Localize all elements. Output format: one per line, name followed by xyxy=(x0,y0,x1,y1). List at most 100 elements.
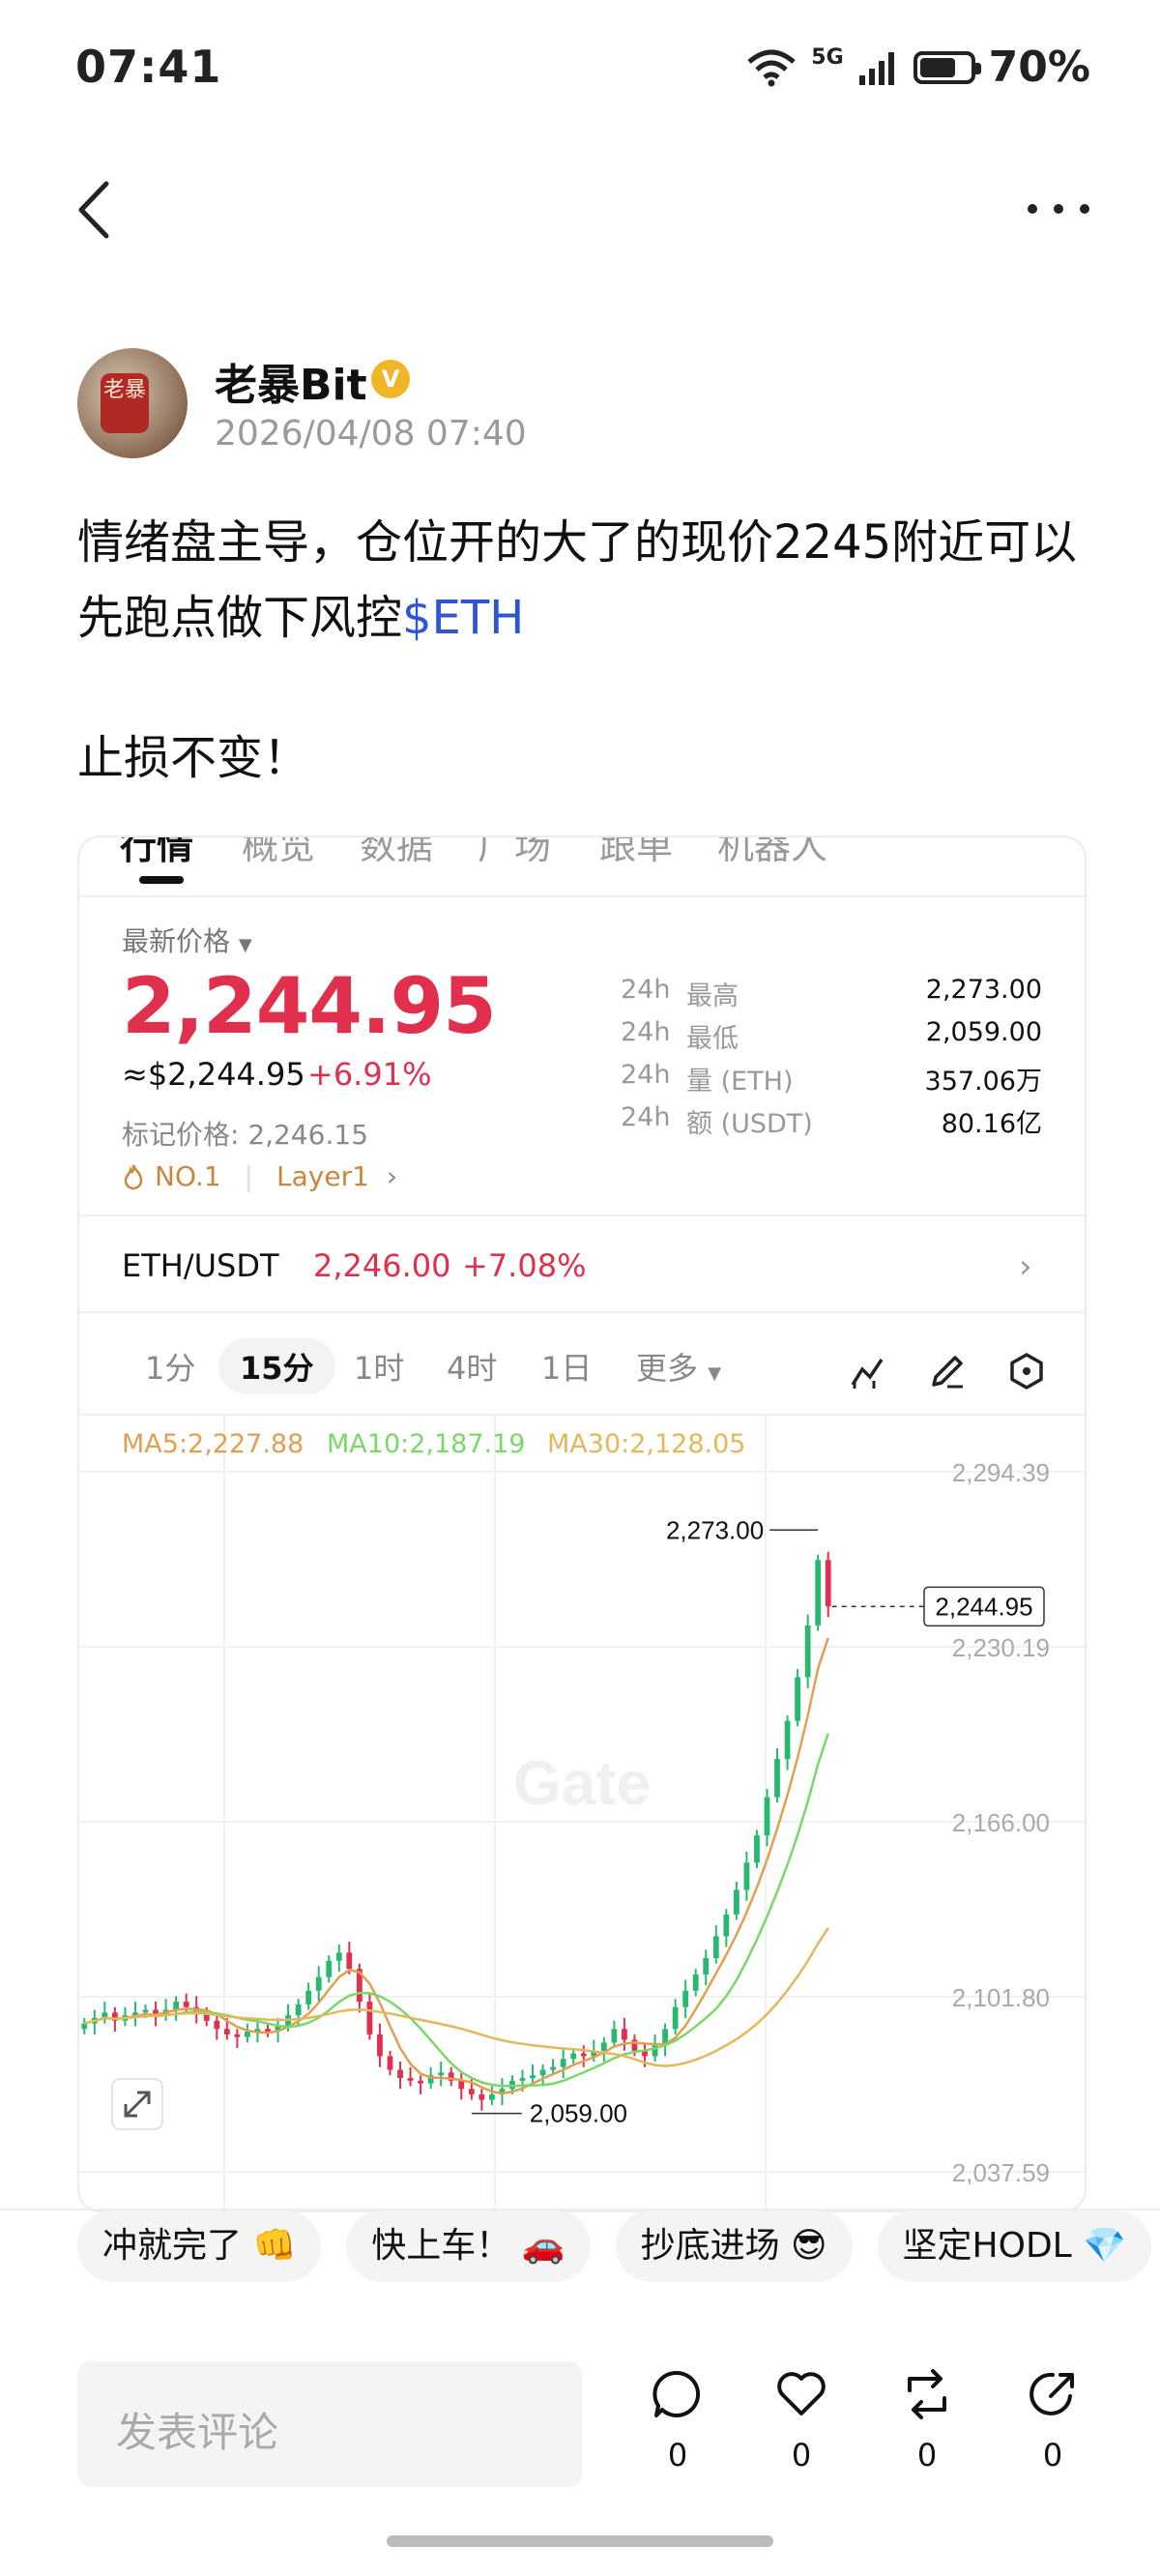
candle-body xyxy=(519,2077,526,2081)
ma5-legend: MA5:2,227.88 xyxy=(122,1429,304,1459)
candle-body xyxy=(377,2034,383,2057)
candle-body xyxy=(81,2023,88,2030)
divider xyxy=(79,1215,1085,1216)
candle-body xyxy=(825,1560,831,1607)
candle-body xyxy=(682,1990,689,2007)
author-name[interactable]: 老暴Bit xyxy=(215,350,367,412)
candle-body xyxy=(397,2069,403,2078)
back-arrow-icon[interactable] xyxy=(68,176,126,244)
share-action[interactable]: 0 xyxy=(1019,2367,1087,2474)
y-tick-label: 2,230.19 xyxy=(952,1633,1050,1662)
tab-bot[interactable]: 机器人 xyxy=(717,837,827,869)
candle-body xyxy=(743,1862,750,1890)
post-line-1: 情绪盘主导，仓位开的大了的现价2245附近可以 xyxy=(77,515,1078,570)
reaction-chip[interactable]: 冲就完了 👊 xyxy=(77,2210,322,2282)
candle-body xyxy=(754,1835,760,1863)
chart-canvas[interactable]: 2,294.39 2,230.19 2,166.00 2,101.80 2,037.59… xyxy=(79,1414,1085,2210)
candle-body xyxy=(530,2075,536,2078)
mark-price: 标记价格: 2,246.15 xyxy=(122,1119,369,1151)
candle-body xyxy=(478,2093,485,2100)
ma10-legend: MA10:2,187.19 xyxy=(327,1429,526,1459)
reaction-chip[interactable]: 快上车！ 🚗 xyxy=(346,2210,591,2282)
pair-chevron-icon[interactable]: › xyxy=(1019,1247,1032,1286)
pair-change: +7.08% xyxy=(462,1247,587,1284)
tab-market[interactable]: 行情 xyxy=(120,837,193,869)
candle-body xyxy=(295,2004,302,2016)
candle-body xyxy=(245,2032,250,2037)
current-price-label: 2,244.95 xyxy=(935,1592,1032,1621)
indicator-icon[interactable] xyxy=(849,1352,887,1390)
author-avatar[interactable]: 老暴 xyxy=(77,348,188,458)
rank-label: NO.1 xyxy=(155,1160,221,1192)
pair-name[interactable]: ETH/USDT xyxy=(122,1247,279,1284)
interval-1d[interactable]: 1日 xyxy=(541,1344,592,1389)
candle-body xyxy=(418,2080,424,2084)
candle-body xyxy=(672,2006,679,2030)
tab-copy-trade[interactable]: 跟单 xyxy=(599,837,673,869)
category-label[interactable]: Layer1 xyxy=(276,1160,369,1192)
y-tick-label: 2,037.59 xyxy=(952,2158,1050,2187)
candle-body xyxy=(315,1976,322,1991)
like-count: 0 xyxy=(791,2437,812,2474)
candle-body xyxy=(539,2069,546,2076)
candle-body xyxy=(764,1797,770,1836)
repost-action[interactable]: 0 xyxy=(893,2367,961,2474)
comment-input[interactable]: 发表评论 xyxy=(77,2361,582,2487)
candle-body xyxy=(234,2034,241,2037)
share-icon xyxy=(1030,2372,1074,2415)
y-tick-label: 2,101.80 xyxy=(952,1983,1050,2012)
candle-body xyxy=(733,1889,740,1915)
settings-hexagon-icon[interactable] xyxy=(1007,1352,1046,1390)
tab-data[interactable]: 数据 xyxy=(360,837,433,869)
status-time: 07:41 xyxy=(75,41,222,93)
stat-row-low: 24h 最低 2,059.00 xyxy=(621,1017,1042,1054)
candle-body xyxy=(795,1677,801,1721)
signal-bars-icon xyxy=(858,51,894,85)
market-card[interactable]: 行情 概览 数据 广场 跟单 机器人 最新价格 ▼ 2,244.95 ≈$2,2… xyxy=(77,835,1087,2212)
candle-body xyxy=(387,2056,393,2070)
stat-row-volume: 24h 量 (ETH) 357.06万 xyxy=(621,1060,1042,1097)
divider xyxy=(79,1311,1085,1313)
interval-4h[interactable]: 4时 xyxy=(447,1344,497,1389)
candle-body xyxy=(580,2053,587,2057)
candle-body xyxy=(335,1952,342,1961)
avatar-seal: 老暴 xyxy=(101,373,149,433)
pair-price: 2,246.00 xyxy=(313,1247,451,1284)
ma30-legend: MA30:2,128.05 xyxy=(547,1429,746,1459)
draw-pencil-icon[interactable] xyxy=(928,1352,967,1390)
candle-body xyxy=(622,2029,627,2040)
y-tick-label: 2,294.39 xyxy=(952,1458,1050,1487)
stat-row-turnover: 24h 额 (USDT) 80.16亿 xyxy=(621,1102,1042,1139)
usd-price: ≈$2,244.95 xyxy=(122,1056,305,1093)
interval-1h[interactable]: 1时 xyxy=(354,1344,404,1389)
candle-body xyxy=(560,2059,566,2067)
candle-body xyxy=(366,2002,373,2034)
tab-overview[interactable]: 概览 xyxy=(242,837,315,869)
comment-count: 0 xyxy=(667,2437,688,2474)
interval-1m[interactable]: 1分 xyxy=(145,1344,195,1389)
home-indicator[interactable] xyxy=(387,2535,773,2547)
reaction-chips: 冲就完了 👊 快上车！ 🚗 抄底进场 😎 坚定HODL 💎 xyxy=(77,2210,1151,2282)
gate-watermark: Gate xyxy=(513,1748,651,1818)
candle-body xyxy=(407,2077,414,2081)
candle-body xyxy=(223,2029,230,2034)
interval-more[interactable]: 更多 ▼ xyxy=(636,1344,721,1389)
rank-separator: | xyxy=(244,1160,254,1192)
reaction-chip[interactable]: 坚定HODL 💎 xyxy=(877,2210,1151,2282)
candle-body xyxy=(214,2020,220,2030)
interval-bar: 1分 15分 1时 4时 1日 更多 ▼ xyxy=(79,1323,1085,1414)
candle-body xyxy=(600,2042,607,2051)
stat-row-high: 24h 最高 2,273.00 xyxy=(621,975,1042,1011)
interval-15m[interactable]: 15分 xyxy=(218,1338,335,1394)
latest-price-label[interactable]: 最新价格 ▼ xyxy=(122,921,252,959)
more-options-icon[interactable] xyxy=(1025,190,1092,228)
signal-label: 5G xyxy=(811,45,844,70)
comment-action[interactable]: 0 xyxy=(644,2367,711,2474)
tab-square[interactable]: 广场 xyxy=(478,837,551,869)
candlestick-chart[interactable]: 2,294.39 2,230.19 2,166.00 2,101.80 2,037.59… xyxy=(79,1414,1085,2210)
candle-body xyxy=(458,2080,465,2090)
candle-body xyxy=(438,2072,445,2076)
eth-tag-link[interactable]: $ETH xyxy=(402,591,524,645)
reaction-chip[interactable]: 抄底进场 😎 xyxy=(615,2210,853,2282)
like-action[interactable]: 0 xyxy=(768,2367,835,2474)
